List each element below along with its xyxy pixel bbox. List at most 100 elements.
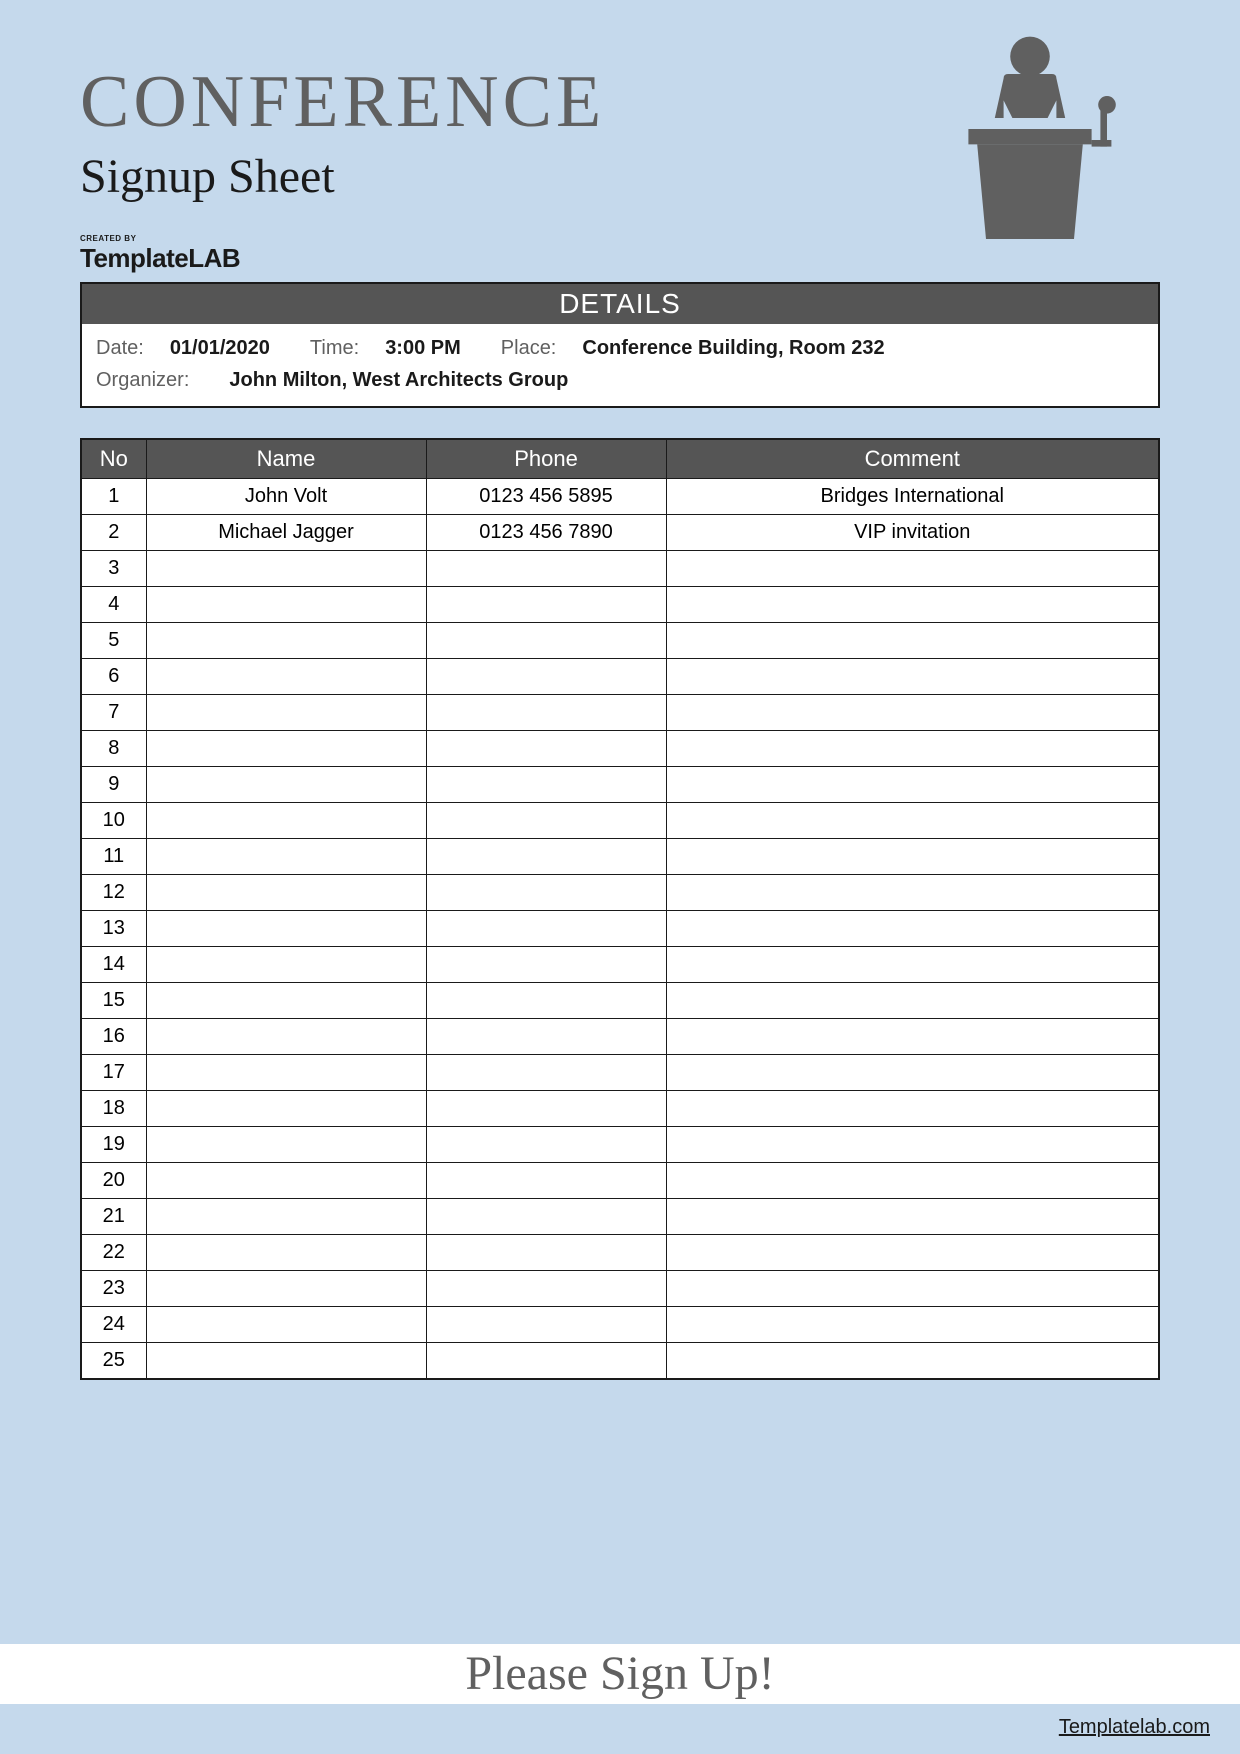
- cell-phone: [426, 1199, 666, 1235]
- footer-link[interactable]: Templatelab.com: [1059, 1716, 1210, 1739]
- table-row: 19: [82, 1127, 1158, 1163]
- cell-comment: Bridges International: [666, 479, 1158, 515]
- cell-name: [146, 839, 426, 875]
- table-row: 20: [82, 1163, 1158, 1199]
- cell-comment: [666, 875, 1158, 911]
- cell-name: Michael Jagger: [146, 515, 426, 551]
- table-row: 21: [82, 1199, 1158, 1235]
- cell-comment: [666, 731, 1158, 767]
- cell-name: [146, 983, 426, 1019]
- cell-comment: [666, 767, 1158, 803]
- cell-no: 11: [82, 839, 146, 875]
- cell-phone: [426, 695, 666, 731]
- cell-comment: [666, 623, 1158, 659]
- cell-no: 25: [82, 1343, 146, 1379]
- cell-no: 14: [82, 947, 146, 983]
- cell-no: 2: [82, 515, 146, 551]
- cell-name: [146, 731, 426, 767]
- cell-name: [146, 587, 426, 623]
- cell-comment: [666, 1199, 1158, 1235]
- cell-comment: [666, 803, 1158, 839]
- cell-no: 15: [82, 983, 146, 1019]
- time-label: Time:: [310, 332, 359, 364]
- place-value: Conference Building, Room 232: [582, 332, 884, 364]
- cell-phone: [426, 911, 666, 947]
- cell-comment: [666, 1127, 1158, 1163]
- cell-phone: [426, 767, 666, 803]
- table-row: 1John Volt0123 456 5895Bridges Internati…: [82, 479, 1158, 515]
- cell-name: [146, 875, 426, 911]
- table-row: 14: [82, 947, 1158, 983]
- th-comment: Comment: [666, 440, 1158, 479]
- table-row: 18: [82, 1091, 1158, 1127]
- cell-no: 1: [82, 479, 146, 515]
- cell-name: [146, 695, 426, 731]
- table-row: 8: [82, 731, 1158, 767]
- time-value: 3:00 PM: [385, 332, 461, 364]
- cell-name: [146, 659, 426, 695]
- cell-name: [146, 803, 426, 839]
- table-row: 12: [82, 875, 1158, 911]
- cell-comment: [666, 1307, 1158, 1343]
- cell-no: 18: [82, 1091, 146, 1127]
- th-phone: Phone: [426, 440, 666, 479]
- cell-no: 21: [82, 1199, 146, 1235]
- cell-phone: [426, 947, 666, 983]
- cell-phone: 0123 456 5895: [426, 479, 666, 515]
- cell-phone: [426, 659, 666, 695]
- cell-name: [146, 911, 426, 947]
- cell-no: 12: [82, 875, 146, 911]
- table-row: 3: [82, 551, 1158, 587]
- cell-comment: [666, 1055, 1158, 1091]
- table-row: 25: [82, 1343, 1158, 1379]
- cell-name: [146, 1091, 426, 1127]
- cell-no: 8: [82, 731, 146, 767]
- cell-no: 23: [82, 1271, 146, 1307]
- cell-no: 4: [82, 587, 146, 623]
- date-value: 01/01/2020: [170, 332, 270, 364]
- cell-name: John Volt: [146, 479, 426, 515]
- details-box: DETAILS Date: 01/01/2020 Time: 3:00 PM P…: [80, 282, 1160, 408]
- cell-phone: [426, 1235, 666, 1271]
- table-row: 16: [82, 1019, 1158, 1055]
- cell-phone: [426, 1271, 666, 1307]
- details-heading: DETAILS: [82, 284, 1158, 324]
- cell-name: [146, 1199, 426, 1235]
- organizer-label: Organizer:: [96, 364, 189, 396]
- cell-comment: [666, 839, 1158, 875]
- cell-comment: [666, 659, 1158, 695]
- cell-phone: [426, 1091, 666, 1127]
- cell-comment: [666, 1019, 1158, 1055]
- cell-no: 9: [82, 767, 146, 803]
- cell-phone: [426, 1019, 666, 1055]
- cell-phone: [426, 623, 666, 659]
- th-no: No: [82, 440, 146, 479]
- cell-comment: [666, 1271, 1158, 1307]
- cell-name: [146, 1271, 426, 1307]
- speaker-podium-icon: [920, 30, 1140, 250]
- cell-name: [146, 1235, 426, 1271]
- cell-name: [146, 551, 426, 587]
- organizer-value: John Milton, West Architects Group: [229, 364, 568, 396]
- cell-comment: VIP invitation: [666, 515, 1158, 551]
- cell-phone: [426, 551, 666, 587]
- cell-phone: [426, 1127, 666, 1163]
- table-row: 13: [82, 911, 1158, 947]
- footer-banner: Please Sign Up!: [0, 1644, 1240, 1704]
- cell-no: 3: [82, 551, 146, 587]
- cell-name: [146, 947, 426, 983]
- cell-comment: [666, 1343, 1158, 1379]
- table-row: 10: [82, 803, 1158, 839]
- cell-name: [146, 623, 426, 659]
- cell-comment: [666, 1091, 1158, 1127]
- cell-phone: [426, 587, 666, 623]
- table-row: 17: [82, 1055, 1158, 1091]
- table-row: 7: [82, 695, 1158, 731]
- cell-no: 6: [82, 659, 146, 695]
- cell-name: [146, 1307, 426, 1343]
- cell-name: [146, 767, 426, 803]
- table-row: 15: [82, 983, 1158, 1019]
- cell-comment: [666, 911, 1158, 947]
- cell-comment: [666, 983, 1158, 1019]
- cell-phone: [426, 1163, 666, 1199]
